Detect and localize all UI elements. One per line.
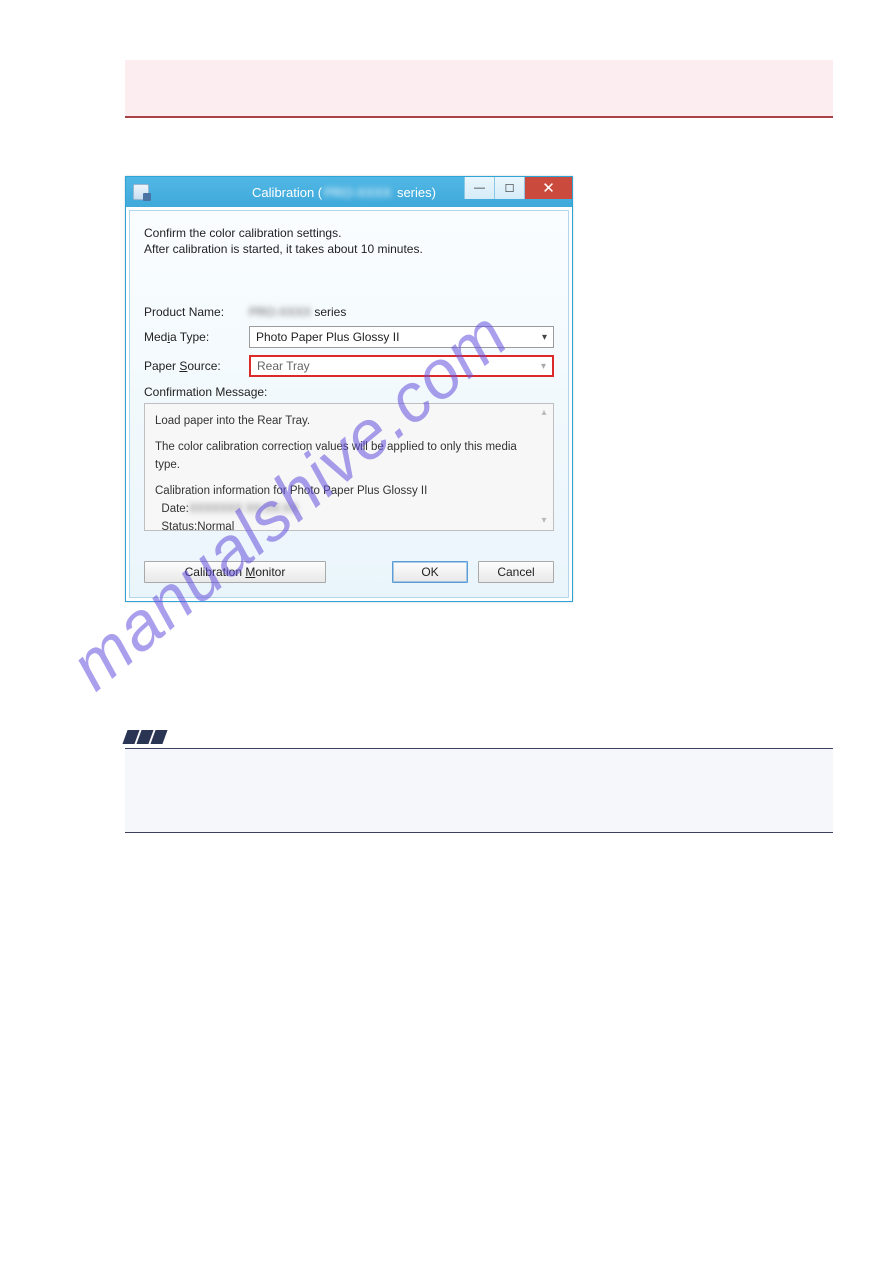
chevron-down-icon: ▾ [542,332,547,343]
product-name-suffix: series [311,305,346,319]
cancel-button[interactable]: Cancel [478,561,554,583]
msg-line3: Calibration information for Photo Paper … [155,482,543,500]
minimize-button[interactable]: — [464,177,494,199]
paper-source-label: Paper Source: [144,359,249,373]
header-bar [125,60,833,118]
title-blur: PRO-XXXX [322,185,393,200]
media-type-label: Media Type: [144,330,249,344]
dialog-icon [133,184,149,200]
title-prefix: Calibration ( [252,185,322,200]
dialog-body: Confirm the color calibration settings. … [129,210,569,598]
msg-line1: Load paper into the Rear Tray. [155,412,543,430]
scroll-up-icon[interactable]: ▴ [537,406,551,420]
msg-date: Date:XXXXXXX XX:XX:XX [155,500,543,518]
media-type-select[interactable]: Photo Paper Plus Glossy II ▾ [249,326,554,348]
calibration-dialog: Calibration (PRO-XXXX series) — ☐ ✕ Conf… [125,176,573,602]
note-panel [125,748,833,833]
note-chevrons-icon [125,730,803,744]
msg-line2: The color calibration correction values … [155,438,543,475]
media-type-value: Photo Paper Plus Glossy II [256,330,399,344]
calibration-monitor-button[interactable]: Calibration Monitor [144,561,326,583]
close-button[interactable]: ✕ [524,177,572,199]
product-name-label: Product Name: [144,305,249,319]
intro-line1: Confirm the color calibration settings. [144,225,554,241]
confirmation-message: ▴ Load paper into the Rear Tray. The col… [144,403,554,531]
product-name-blur: PRO-XXXX [249,305,311,319]
intro-line2: After calibration is started, it takes a… [144,241,554,257]
intro-text: Confirm the color calibration settings. … [144,225,554,257]
paper-source-select[interactable]: Rear Tray ▾ [249,355,554,377]
product-name-value: PRO-XXXX series [249,305,554,319]
scroll-down-icon[interactable]: ▾ [537,514,551,528]
ok-button[interactable]: OK [392,561,468,583]
titlebar[interactable]: Calibration (PRO-XXXX series) — ☐ ✕ [126,177,572,207]
maximize-button[interactable]: ☐ [494,177,524,199]
msg-status: Status:Normal [155,518,543,536]
title-suffix: series) [393,185,436,200]
paper-source-value: Rear Tray [257,359,310,373]
confirmation-label: Confirmation Message: [144,385,554,399]
chevron-down-icon: ▾ [541,361,546,372]
